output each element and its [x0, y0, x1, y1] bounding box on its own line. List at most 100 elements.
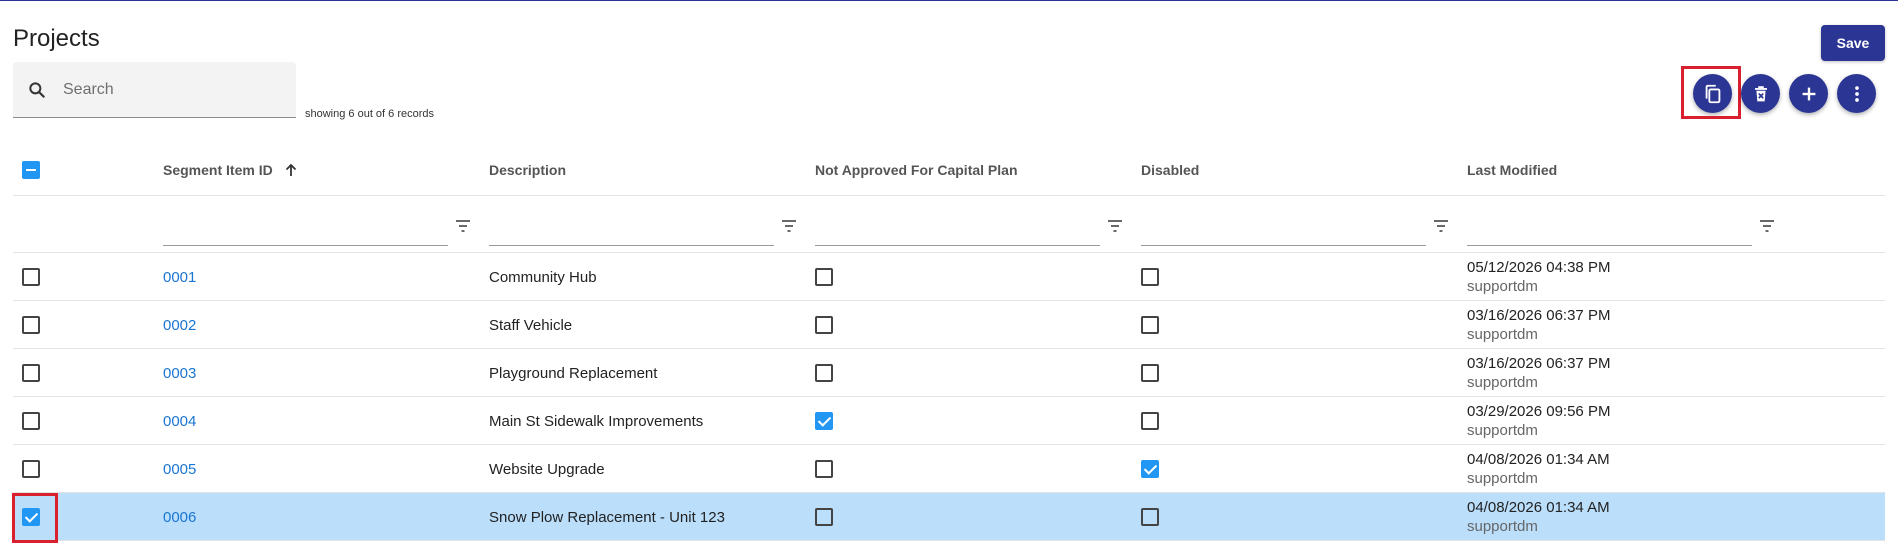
description-cell: Website Upgrade	[489, 460, 605, 478]
table-row[interactable]: 0005 Website Upgrade 04/08/2026 01:34 AM su…	[13, 445, 1885, 493]
copy-button[interactable]	[1693, 74, 1732, 113]
not-approved-checkbox[interactable]	[815, 364, 833, 382]
modified-user: supportdm	[1467, 278, 1538, 295]
modified-date: 03/16/2026 06:37 PM	[1467, 355, 1611, 372]
not-approved-checkbox[interactable]	[815, 460, 833, 478]
modified-user: supportdm	[1467, 374, 1538, 391]
modified-user: supportdm	[1467, 470, 1538, 487]
not-approved-checkbox[interactable]	[815, 268, 833, 286]
table-row[interactable]: 0004 Main St Sidewalk Improvements 03/29/2…	[13, 397, 1885, 445]
not-approved-cell	[815, 397, 833, 445]
disabled-cell	[1141, 493, 1159, 541]
arrow-up-icon[interactable]	[283, 162, 299, 178]
disabled-checkbox[interactable]	[1141, 316, 1159, 334]
modified-date: 03/29/2026 09:56 PM	[1467, 403, 1611, 420]
row-select-checkbox[interactable]	[22, 268, 40, 286]
segment-item-id-link[interactable]: 0004	[163, 397, 196, 445]
not-approved-cell	[815, 301, 833, 349]
filter-icon[interactable]	[1433, 219, 1449, 233]
table-header-row: Segment Item ID Description Not Approved…	[13, 143, 1885, 196]
save-button[interactable]: Save	[1821, 25, 1885, 61]
disabled-cell	[1141, 301, 1159, 349]
filter-not-approved[interactable]	[815, 196, 1122, 253]
row-select-checkbox[interactable]	[22, 460, 40, 478]
select-all-cell	[22, 143, 40, 196]
row-select-checkbox[interactable]	[22, 412, 40, 430]
delete-icon	[1754, 85, 1767, 101]
segment-item-id-link[interactable]: 0005	[163, 445, 196, 493]
more-vert-icon	[1854, 85, 1859, 102]
column-header-last-modified[interactable]: Last Modified	[1467, 143, 1557, 196]
filter-row	[13, 196, 1885, 253]
description-cell: Main St Sidewalk Improvements	[489, 412, 704, 430]
row-select-cell	[22, 445, 40, 493]
disabled-checkbox[interactable]	[1141, 460, 1159, 478]
filter-last-modified[interactable]	[1467, 196, 1774, 253]
row-select-checkbox[interactable]	[22, 364, 40, 382]
copy-icon	[1705, 84, 1720, 103]
row-select-cell	[22, 301, 40, 349]
row-select-checkbox[interactable]	[22, 508, 40, 526]
segment-item-id-link[interactable]: 0001	[163, 253, 196, 301]
description-cell: Community Hub	[489, 268, 597, 286]
delete-button[interactable]	[1741, 74, 1780, 113]
disabled-cell	[1141, 445, 1159, 493]
add-button[interactable]	[1789, 74, 1828, 113]
description-cell: Snow Plow Replacement - Unit 123	[489, 508, 725, 526]
last-modified-cell: 03/16/2026 06:37 PM supportdm	[1467, 301, 1610, 349]
modified-date: 04/08/2026 01:34 AM	[1467, 451, 1610, 468]
search-input[interactable]	[63, 76, 283, 104]
row-select-cell	[22, 397, 40, 445]
column-label: Not Approved For Capital Plan	[815, 161, 1018, 178]
row-select-checkbox[interactable]	[22, 316, 40, 334]
column-label: Last Modified	[1467, 161, 1558, 178]
description-cell: Staff Vehicle	[489, 316, 573, 334]
page-title: Projects	[13, 25, 100, 52]
table-row[interactable]: 0001 Community Hub 05/12/2026 04:38 PM supp…	[13, 253, 1885, 301]
not-approved-checkbox[interactable]	[815, 316, 833, 334]
filter-description[interactable]	[489, 196, 796, 253]
filter-segment-item-id[interactable]	[163, 196, 470, 253]
filter-icon[interactable]	[1107, 219, 1123, 233]
column-header-not-approved[interactable]: Not Approved For Capital Plan	[815, 143, 1018, 196]
disabled-cell	[1141, 349, 1159, 397]
segment-item-id-link[interactable]: 0006	[163, 493, 196, 541]
segment-item-id-link[interactable]: 0003	[163, 349, 196, 397]
column-label: Segment Item ID	[163, 161, 273, 178]
modified-date: 05/12/2026 04:38 PM	[1467, 259, 1611, 276]
last-modified-cell: 04/08/2026 01:34 AM supportdm	[1467, 445, 1610, 493]
table-row[interactable]: 0003 Playground Replacement 03/16/2026 06:…	[13, 349, 1885, 397]
disabled-checkbox[interactable]	[1141, 412, 1159, 430]
disabled-checkbox[interactable]	[1141, 508, 1159, 526]
not-approved-checkbox[interactable]	[815, 412, 833, 430]
select-all-checkbox[interactable]	[22, 160, 40, 179]
last-modified-cell: 05/12/2026 04:38 PM supportdm	[1467, 253, 1610, 301]
not-approved-cell	[815, 253, 833, 301]
top-border	[0, 0, 1898, 1]
table-row[interactable]: 0006 Snow Plow Replacement - Unit 123 04/0…	[13, 493, 1885, 541]
disabled-cell	[1141, 253, 1159, 301]
row-select-cell	[22, 253, 40, 301]
filter-icon[interactable]	[781, 219, 797, 233]
modified-user: supportdm	[1467, 518, 1538, 535]
modified-date: 03/16/2026 06:37 PM	[1467, 307, 1611, 324]
modified-date: 04/08/2026 01:34 AM	[1467, 499, 1610, 516]
table-row[interactable]: 0002 Staff Vehicle 03/16/2026 06:37 PM supp…	[13, 301, 1885, 349]
not-approved-checkbox[interactable]	[815, 508, 833, 526]
more-options-button[interactable]	[1837, 74, 1876, 113]
segment-item-id-link[interactable]: 0002	[163, 301, 196, 349]
filter-disabled[interactable]	[1141, 196, 1448, 253]
disabled-checkbox[interactable]	[1141, 364, 1159, 382]
records-count: showing 6 out of 6 records	[305, 108, 435, 120]
column-header-description[interactable]: Description	[489, 143, 566, 196]
last-modified-cell: 04/08/2026 01:34 AM supportdm	[1467, 493, 1610, 541]
disabled-checkbox[interactable]	[1141, 268, 1159, 286]
modified-user: supportdm	[1467, 326, 1538, 343]
description-cell: Playground Replacement	[489, 364, 658, 382]
column-header-disabled[interactable]: Disabled	[1141, 143, 1199, 196]
row-select-cell	[22, 349, 40, 397]
last-modified-cell: 03/29/2026 09:56 PM supportdm	[1467, 397, 1610, 445]
filter-icon[interactable]	[455, 219, 471, 233]
filter-icon[interactable]	[1759, 219, 1775, 233]
column-header-segment-item-id[interactable]: Segment Item ID	[163, 143, 299, 196]
